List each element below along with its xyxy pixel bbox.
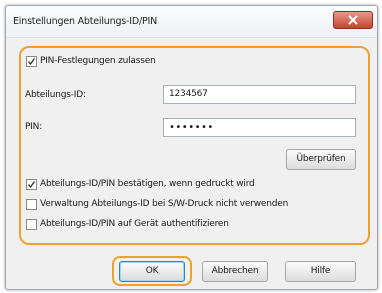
dept-id-field[interactable]: 1234567 xyxy=(163,85,356,104)
option-checkbox-device-auth[interactable] xyxy=(26,219,37,230)
settings-dialog: Einstellungen Abteilungs-ID/PIN PIN-Fest… xyxy=(5,5,378,290)
dept-id-label: Abteilungs-ID: xyxy=(25,90,86,100)
cancel-button[interactable]: Abbrechen xyxy=(202,261,268,282)
option-label-device-auth: Abteilungs-ID/PIN auf Gerät authentifizi… xyxy=(40,219,229,229)
pin-field[interactable]: ••••••• xyxy=(163,118,356,137)
ok-button[interactable]: OK xyxy=(119,261,185,282)
pin-settings-checkbox[interactable] xyxy=(26,56,37,67)
help-button[interactable]: Hilfe xyxy=(285,261,356,282)
pin-label: PIN: xyxy=(25,122,43,132)
option-label-bw-print: Verwaltung Abteilungs-ID bei S/W-Druck n… xyxy=(40,199,289,209)
close-button[interactable] xyxy=(333,11,373,29)
checkmark-icon xyxy=(27,181,36,189)
option-checkbox-confirm-print[interactable] xyxy=(26,179,37,190)
title-bar: Einstellungen Abteilungs-ID/PIN xyxy=(6,6,377,38)
verify-button[interactable]: Überprüfen xyxy=(286,149,356,170)
window-title: Einstellungen Abteilungs-ID/PIN xyxy=(13,16,158,27)
checkmark-icon xyxy=(27,58,36,66)
option-checkbox-bw-print[interactable] xyxy=(26,199,37,210)
option-label-confirm-print: Abteilungs-ID/PIN bestätigen, wenn gedru… xyxy=(40,179,255,189)
pin-settings-label: PIN-Festlegungen zulassen xyxy=(40,56,156,66)
close-icon xyxy=(348,15,358,25)
settings-highlight-box xyxy=(19,46,370,245)
